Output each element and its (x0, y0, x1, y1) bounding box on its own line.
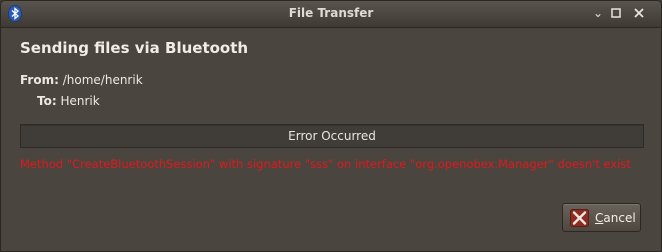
window-title: File Transfer (288, 6, 374, 20)
from-label: From: (20, 73, 59, 87)
to-label: To: (37, 94, 57, 108)
dialog-heading: Sending files via Bluetooth (20, 39, 249, 57)
to-row: To: Henrik (37, 94, 100, 108)
close-icon[interactable] (631, 5, 647, 21)
to-value: Henrik (60, 94, 100, 108)
dialog-content: Sending files via Bluetooth From: /home/… (1, 28, 661, 251)
from-value: /home/henrik (62, 73, 143, 87)
file-transfer-window: File Transfer ⌄ Sending files via Blueto… (0, 0, 662, 252)
cancel-button[interactable]: Cancel (562, 203, 641, 232)
title-bar[interactable]: File Transfer ⌄ (1, 1, 661, 28)
error-message: Method "CreateBluetoothSession" with sig… (20, 157, 631, 171)
from-row: From: /home/henrik (20, 73, 143, 87)
minimize-icon[interactable]: ⌄ (590, 5, 606, 21)
cancel-x-icon (570, 209, 589, 227)
cancel-button-label: Cancel (595, 211, 636, 225)
maximize-icon[interactable] (608, 5, 624, 21)
status-progress-bar: Error Occurred (20, 124, 644, 148)
